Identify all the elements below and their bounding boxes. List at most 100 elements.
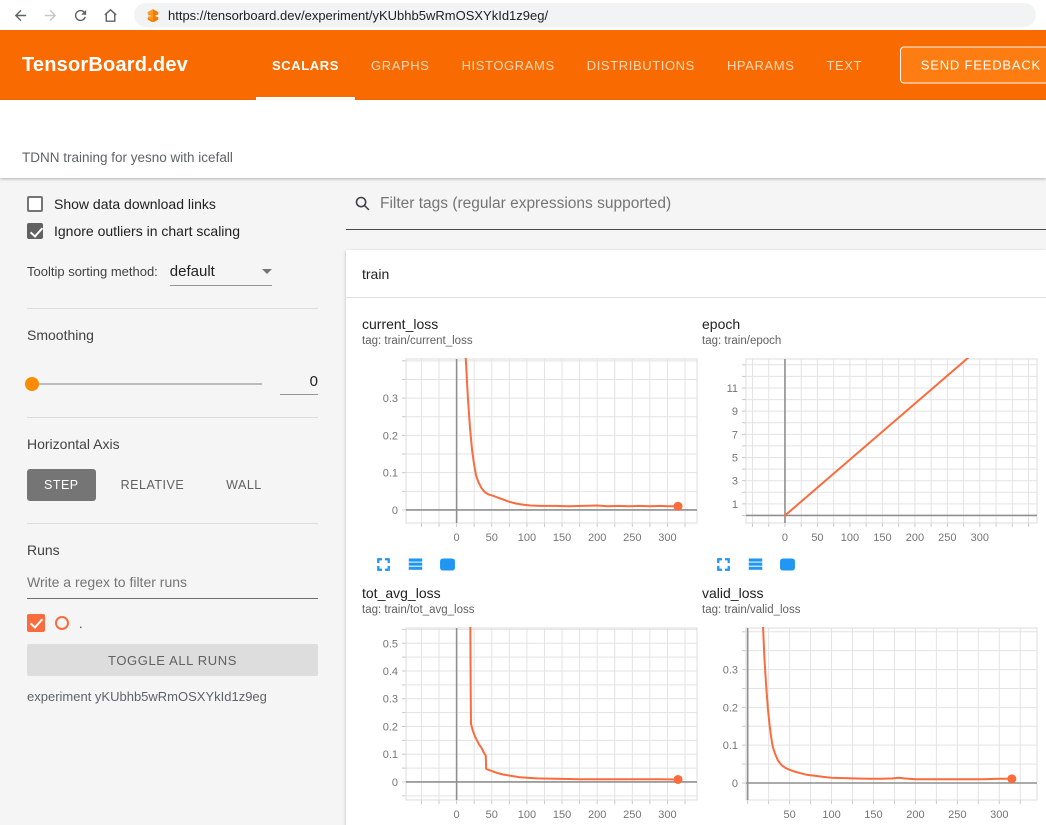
checkbox-label: Show data download links (54, 196, 216, 212)
forward-icon[interactable] (36, 2, 64, 28)
svg-text:1: 1 (732, 499, 738, 511)
expand-chart-icon[interactable] (715, 556, 732, 573)
svg-text:9: 9 (732, 406, 738, 418)
smoothing-value[interactable]: 0 (280, 373, 318, 395)
svg-text:11: 11 (727, 383, 738, 395)
svg-text:250: 250 (938, 532, 956, 544)
horizontal-axis-section: Horizontal Axis STEPRELATIVEWALL (27, 418, 318, 524)
svg-text:250: 250 (948, 809, 966, 821)
tooltip-sorting-select[interactable]: default (170, 263, 272, 286)
line-chart-tot_avg_loss[interactable]: 05010015020025030000.10.20.30.40.5 (362, 624, 698, 825)
runs-filter-input[interactable] (27, 574, 318, 590)
tooltip-sorting-label: Tooltip sorting method: (27, 264, 158, 279)
tag-group-header[interactable]: train (346, 250, 1046, 298)
smoothing-slider[interactable] (27, 383, 262, 385)
smoothing-slider-thumb[interactable] (25, 377, 39, 391)
svg-text:0.2: 0.2 (383, 430, 398, 442)
smoothing-section: Smoothing 0 (27, 309, 318, 418)
run-name: . (79, 616, 83, 631)
chart-tag: tag: train/epoch (702, 335, 1042, 347)
svg-text:0: 0 (454, 809, 460, 821)
main-content: train current_loss tag: train/current_los… (346, 178, 1046, 825)
axis-button-relative[interactable]: RELATIVE (104, 469, 202, 501)
axis-button-step[interactable]: STEP (27, 469, 96, 501)
toggle-all-runs-button[interactable]: TOGGLE ALL RUNS (27, 644, 318, 676)
svg-text:50: 50 (486, 809, 498, 821)
chart-title: epoch (702, 316, 1042, 332)
run-row: . (27, 614, 318, 632)
svg-text:300: 300 (658, 532, 676, 544)
chart-tag: tag: train/current_loss (362, 335, 702, 347)
svg-text:0.3: 0.3 (723, 665, 738, 677)
expand-chart-icon[interactable] (375, 556, 392, 573)
send-feedback-button[interactable]: SEND FEEDBACK (900, 47, 1046, 84)
svg-text:0: 0 (782, 532, 788, 544)
brand-logo[interactable]: TensorBoard.dev (22, 54, 188, 77)
reload-icon[interactable] (66, 2, 94, 28)
settings-sidebar: Show data download links Ignore outliers … (0, 178, 346, 825)
fit-domain-icon[interactable] (439, 556, 456, 573)
tensorboard-page: https://tensorboard.dev/experiment/yKUbh… (0, 0, 1046, 825)
tag-filter-row (346, 178, 1046, 230)
experiment-title: TDNN training for yesno with icefall (22, 150, 233, 165)
svg-text:300: 300 (971, 532, 989, 544)
address-bar[interactable]: https://tensorboard.dev/experiment/yKUbh… (134, 3, 1036, 27)
chart-actions (715, 556, 1042, 573)
svg-text:250: 250 (623, 809, 641, 821)
tag-group-card: train current_loss tag: train/current_los… (346, 250, 1046, 825)
svg-text:0.1: 0.1 (383, 468, 398, 480)
tab-distributions[interactable]: DISTRIBUTIONS (571, 30, 711, 100)
svg-text:300: 300 (658, 809, 676, 821)
run-color-swatch (55, 616, 69, 630)
line-chart-current_loss[interactable]: 05010015020025030000.10.20.3 (362, 355, 698, 549)
fit-domain-icon[interactable] (779, 556, 796, 573)
home-icon[interactable] (96, 2, 124, 28)
svg-text:300: 300 (990, 809, 1008, 821)
run-checkbox[interactable] (27, 614, 45, 632)
experiment-id-caption: experiment yKUbhb5wRmOSXYkId1z9eg (27, 689, 318, 704)
chart-title: current_loss (362, 316, 702, 332)
browser-toolbar: https://tensorboard.dev/experiment/yKUbh… (0, 0, 1046, 30)
svg-text:0: 0 (392, 777, 398, 789)
back-icon[interactable] (6, 2, 34, 28)
chart-tag: tag: train/tot_avg_loss (362, 604, 702, 616)
tab-hparams[interactable]: HPARAMS (711, 30, 811, 100)
toggle-y-axis-icon[interactable] (747, 556, 764, 573)
svg-text:100: 100 (841, 532, 859, 544)
checkbox-unchecked-icon[interactable] (27, 196, 43, 212)
svg-text:200: 200 (588, 809, 606, 821)
checkbox-row-0[interactable]: Show data download links (27, 196, 318, 212)
toggle-y-axis-icon[interactable] (407, 556, 424, 573)
svg-text:150: 150 (553, 809, 571, 821)
svg-text:0.3: 0.3 (383, 393, 398, 405)
svg-text:0.3: 0.3 (383, 694, 398, 706)
tab-histograms[interactable]: HISTOGRAMS (446, 30, 571, 100)
line-chart-epoch[interactable]: 0501001502002503001357911 (702, 355, 1038, 549)
runs-section: Runs . TOGGLE ALL RUNS experiment yKUbhb… (27, 524, 318, 726)
chart-actions (375, 556, 702, 573)
svg-text:0.4: 0.4 (383, 666, 398, 678)
chart-card-tot_avg_loss: tot_avg_loss tag: train/tot_avg_loss 0 50 10… (362, 585, 702, 825)
chart-card-epoch: epochtag: train/epoch0501001502002503001… (702, 316, 1042, 573)
svg-text:200: 200 (588, 532, 606, 544)
svg-text:100: 100 (518, 809, 536, 821)
svg-text:100: 100 (822, 809, 840, 821)
axis-button-wall[interactable]: WALL (209, 469, 279, 501)
tag-filter-input[interactable] (380, 195, 1046, 213)
nav-tabs: SCALARSGRAPHSHISTOGRAMSDISTRIBUTIONSHPAR… (256, 30, 878, 100)
chart-card-valid_loss: valid_losstag: train/valid_loss501001502… (702, 585, 1042, 825)
svg-text:50: 50 (783, 809, 795, 821)
svg-text:0: 0 (732, 778, 738, 790)
horizontal-axis-label: Horizontal Axis (27, 436, 318, 452)
tab-graphs[interactable]: GRAPHS (355, 30, 446, 100)
checkbox-row-1[interactable]: Ignore outliers in chart scaling (27, 223, 318, 239)
general-settings-section: Show data download links Ignore outliers … (27, 178, 318, 309)
checkbox-checked-icon[interactable] (27, 223, 43, 239)
chart-title: tot_avg_loss (362, 585, 702, 601)
tab-scalars[interactable]: SCALARS (256, 30, 355, 100)
tensorboard-favicon (146, 8, 160, 22)
svg-text:0: 0 (454, 532, 460, 544)
line-chart-valid_loss[interactable]: 5010015020025030000.10.20.3 (702, 624, 1038, 825)
svg-text:3: 3 (732, 476, 738, 488)
tab-text[interactable]: TEXT (810, 30, 878, 100)
